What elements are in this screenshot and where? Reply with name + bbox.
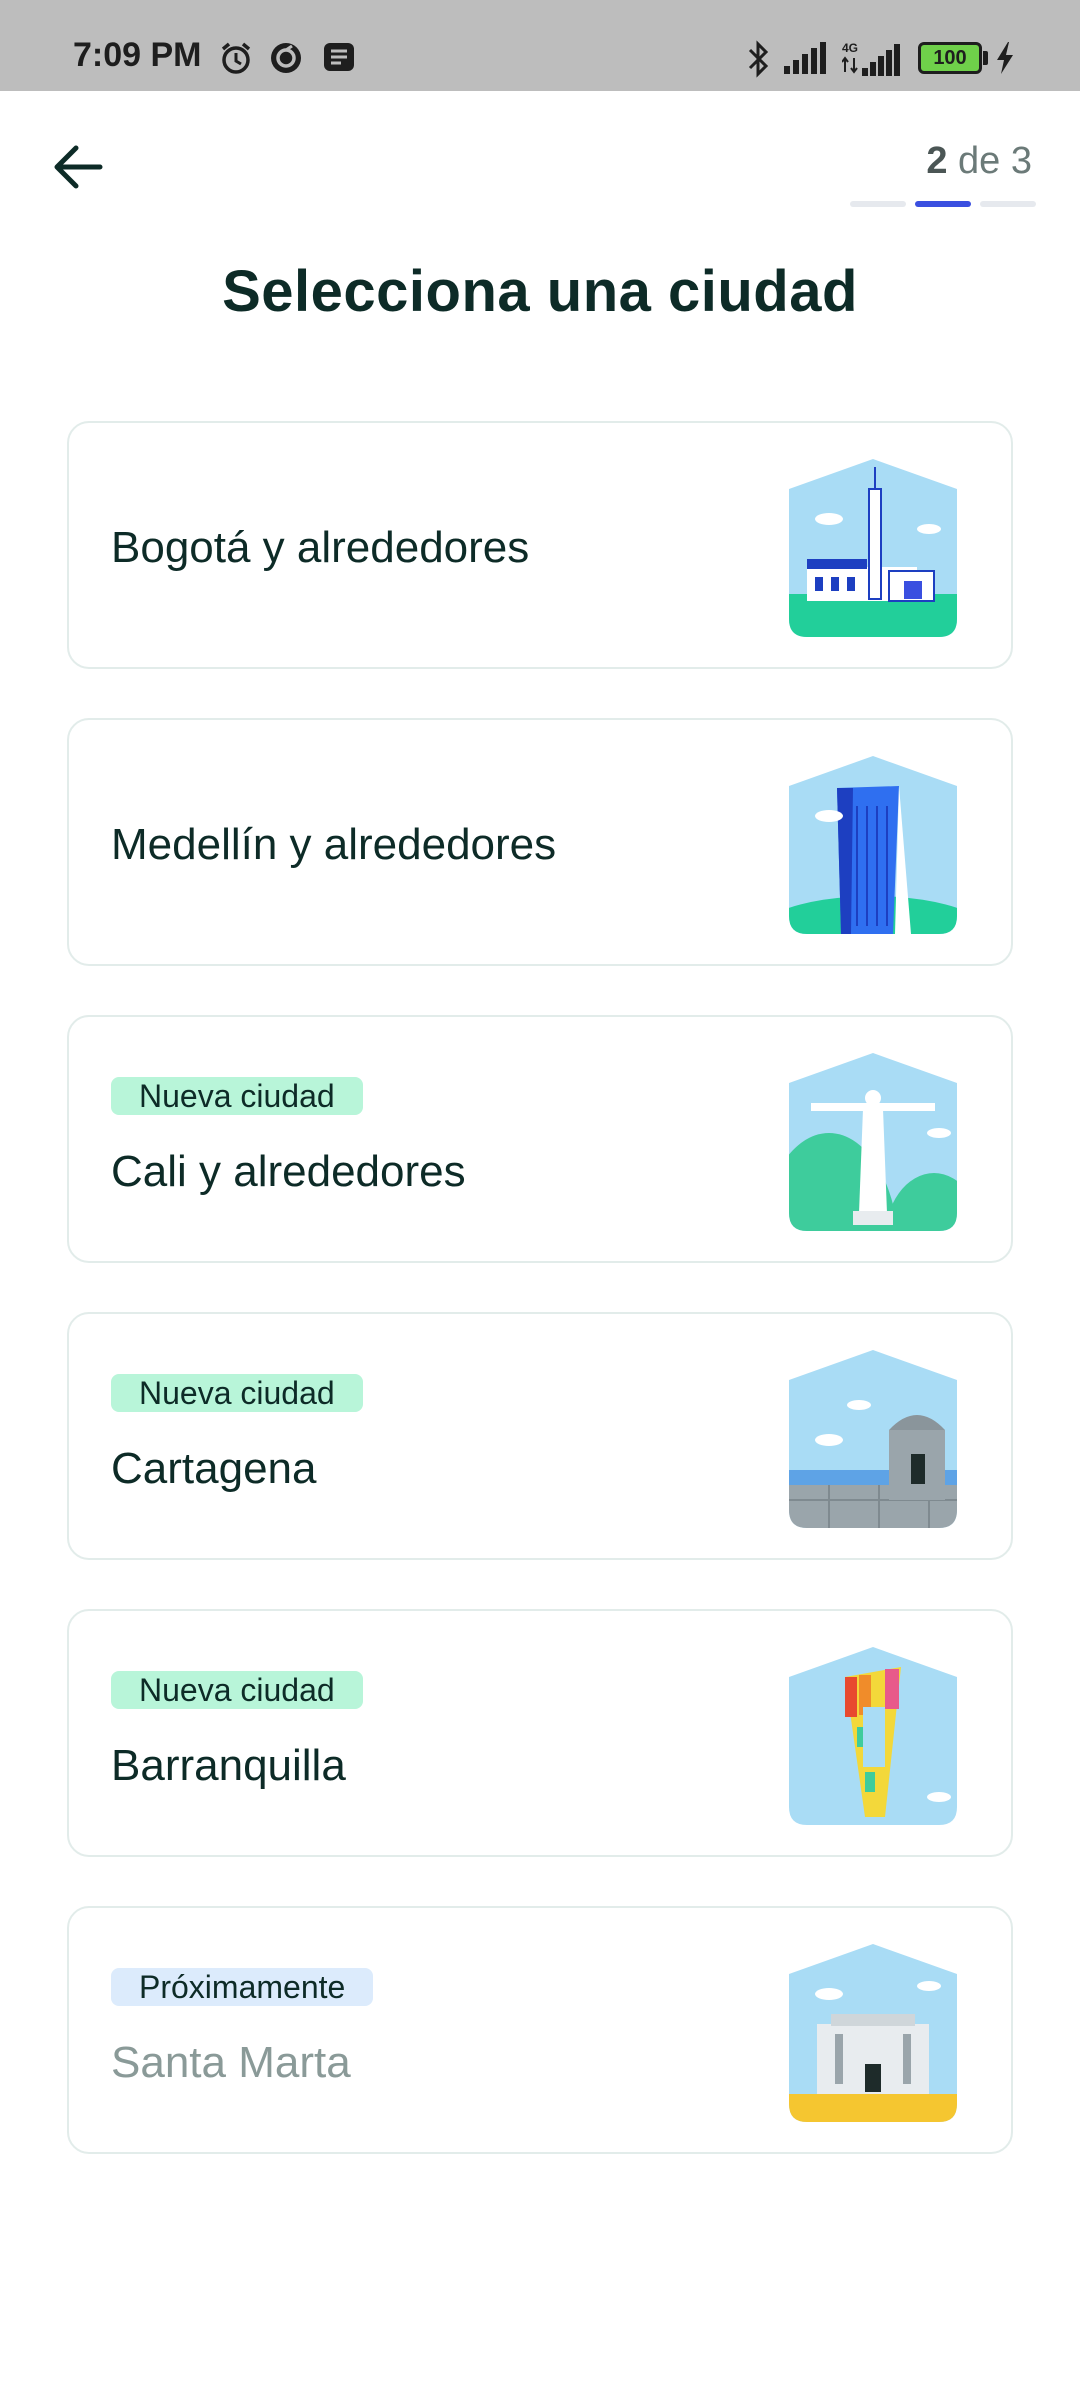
signal-4g-icon: 4G [842, 41, 900, 76]
sync-icon [271, 43, 301, 73]
battery-indicator: 100 [918, 42, 982, 74]
new-city-badge: Nueva ciudad [111, 1374, 363, 1412]
charging-icon [997, 42, 1013, 74]
city-card-cali[interactable]: Nueva ciudad Cali y alrededores [67, 1015, 1013, 1263]
progress-segment [850, 201, 906, 207]
signal-icon [784, 42, 826, 74]
cartagena-fort-icon [789, 1350, 957, 1528]
city-card-medellin[interactable]: Medellín y alrededores [67, 718, 1013, 966]
city-name: Santa Marta [111, 2038, 351, 2087]
city-card-cartagena[interactable]: Nueva ciudad Cartagena [67, 1312, 1013, 1560]
step-separator: de [958, 140, 1001, 182]
coming-soon-badge: Próximamente [111, 1968, 374, 2006]
city-card-barranquilla[interactable]: Nueva ciudad Barranquilla [67, 1609, 1013, 1857]
city-name: Cali y alrededores [111, 1147, 466, 1196]
step-current: 2 [926, 140, 948, 182]
battery-tip [983, 51, 988, 65]
step-indicator: 2 de 3 [926, 140, 1032, 183]
progress-segment [980, 201, 1036, 207]
city-card-bogota[interactable]: Bogotá y alrededores [67, 421, 1013, 669]
cali-cristo-rey-icon [789, 1053, 957, 1231]
new-city-badge: Nueva ciudad [111, 1077, 363, 1115]
city-name: Bogotá y alrededores [111, 523, 530, 572]
new-city-badge: Nueva ciudad [111, 1671, 363, 1709]
status-time: 7:09 PM [73, 36, 202, 74]
city-name: Medellín y alrededores [111, 820, 557, 869]
city-name: Cartagena [111, 1444, 317, 1493]
step-progress [850, 201, 1036, 207]
step-total: 3 [1010, 140, 1032, 182]
city-name: Barranquilla [111, 1741, 346, 1790]
alarm-icon [221, 42, 251, 74]
message-icon [324, 43, 354, 71]
progress-segment-active [915, 201, 971, 207]
santa-marta-building-icon [789, 1944, 957, 2122]
medellin-tower-icon [789, 756, 957, 934]
bluetooth-icon [748, 40, 769, 78]
page-title: Selecciona una ciudad [222, 259, 858, 324]
bogota-church-icon [789, 459, 957, 637]
back-arrow-icon[interactable] [48, 140, 108, 194]
svg-text:4G: 4G [842, 41, 858, 55]
city-card-santa-marta: Próximamente Santa Marta [67, 1906, 1013, 2154]
status-bar: 7:09 PM 4G 100 [0, 0, 1080, 91]
barranquilla-ventana-icon [789, 1647, 957, 1825]
